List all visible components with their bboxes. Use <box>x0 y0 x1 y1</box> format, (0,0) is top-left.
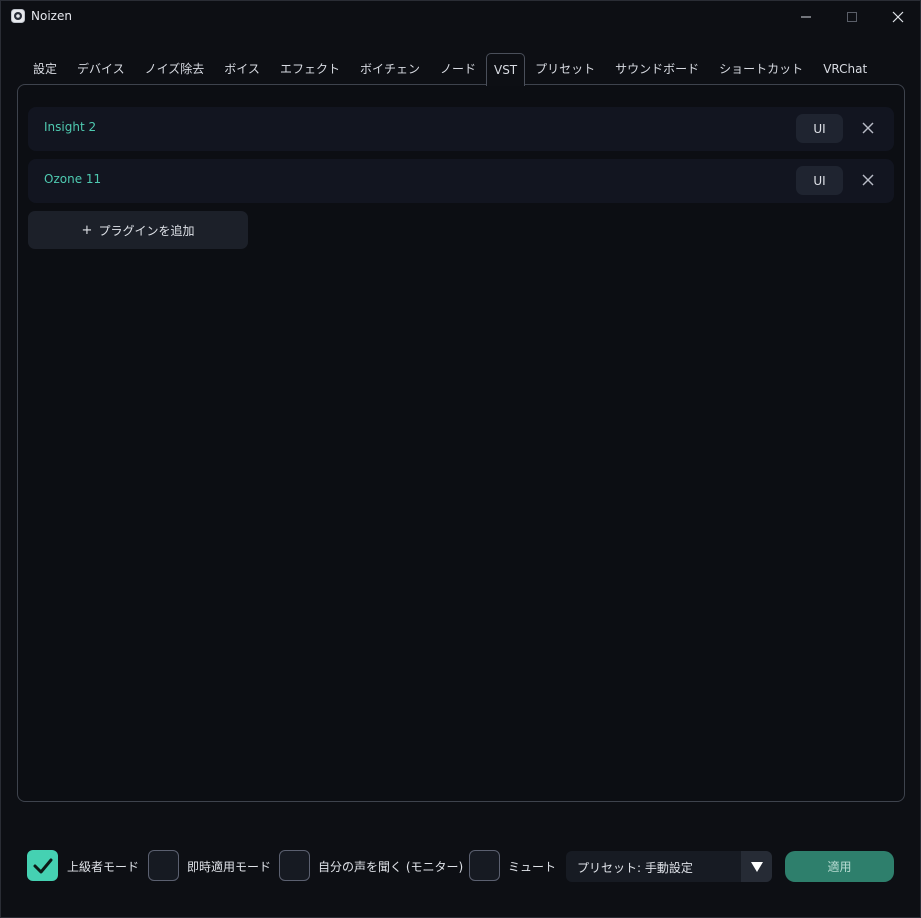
app-logo-icon <box>11 9 25 23</box>
plugin-ui-button[interactable]: UI <box>796 114 843 143</box>
tab-voice-changer[interactable]: ボイチェン <box>350 53 430 86</box>
tab-effects[interactable]: エフェクト <box>270 53 350 86</box>
title-bar: Noizen <box>1 1 920 33</box>
instant-apply-checkbox[interactable] <box>148 850 179 881</box>
preset-value: プリセット: 手動設定 <box>577 861 693 875</box>
advanced-mode-label: 上級者モード <box>67 860 140 874</box>
plugin-name: Ozone 11 <box>44 172 102 186</box>
plugin-row: Insight 2 UI <box>28 107 894 151</box>
close-icon <box>892 11 904 23</box>
preset-select[interactable]: プリセット: 手動設定 <box>566 851 772 882</box>
plus-icon: + <box>81 222 93 238</box>
minimize-icon <box>801 16 811 18</box>
bottom-bar: 上級者モード 即時適用モード 自分の声を聞く (モニター) ミュート プリセット… <box>1 849 920 883</box>
preset-dropdown-button[interactable] <box>741 851 772 882</box>
tab-voice[interactable]: ボイス <box>214 53 270 86</box>
tab-vst[interactable]: VST <box>485 53 526 86</box>
tab-presets[interactable]: プリセット <box>525 53 605 86</box>
tab-shortcuts[interactable]: ショートカット <box>709 53 813 86</box>
plugin-name: Insight 2 <box>44 120 97 134</box>
app-window: Noizen 設定 デバイス ノイズ除去 ボイス エフェクト ボイチェン ノード… <box>0 0 921 918</box>
remove-plugin-button[interactable] <box>856 116 880 140</box>
add-plugin-button[interactable]: + プラグインを追加 <box>28 211 248 249</box>
monitor-checkbox[interactable] <box>279 850 310 881</box>
advanced-mode-checkbox[interactable] <box>27 850 58 881</box>
remove-plugin-button[interactable] <box>856 168 880 192</box>
apply-button[interactable]: 適用 <box>785 851 894 882</box>
plugin-row: Ozone 11 UI <box>28 159 894 203</box>
chevron-down-icon <box>750 861 763 872</box>
instant-apply-label: 即時適用モード <box>187 860 272 874</box>
tab-vrchat[interactable]: VRChat <box>813 53 877 86</box>
tab-noise-removal[interactable]: ノイズ除去 <box>135 53 215 86</box>
mute-label: ミュート <box>508 860 557 874</box>
tab-devices[interactable]: デバイス <box>67 53 135 86</box>
mute-checkbox[interactable] <box>469 850 500 881</box>
window-close-button[interactable] <box>875 1 920 33</box>
tab-soundboard[interactable]: サウンドボード <box>605 53 709 86</box>
close-icon <box>862 122 874 134</box>
close-icon <box>862 174 874 186</box>
checkmark-icon <box>33 858 52 873</box>
tab-settings[interactable]: 設定 <box>23 53 67 86</box>
vst-panel: Insight 2 UI Ozone 11 UI + プラグインを追加 <box>17 84 905 802</box>
plugin-ui-button[interactable]: UI <box>796 166 843 195</box>
add-plugin-label: プラグインを追加 <box>98 223 195 238</box>
tab-bar: 設定 デバイス ノイズ除去 ボイス エフェクト ボイチェン ノード VST プリ… <box>23 53 877 86</box>
maximize-button[interactable] <box>829 1 875 33</box>
window-title: Noizen <box>31 9 72 23</box>
tab-nodes[interactable]: ノード <box>430 53 486 86</box>
maximize-icon <box>847 12 857 22</box>
monitor-label: 自分の声を聞く (モニター) <box>318 860 464 874</box>
minimize-button[interactable] <box>783 1 829 33</box>
